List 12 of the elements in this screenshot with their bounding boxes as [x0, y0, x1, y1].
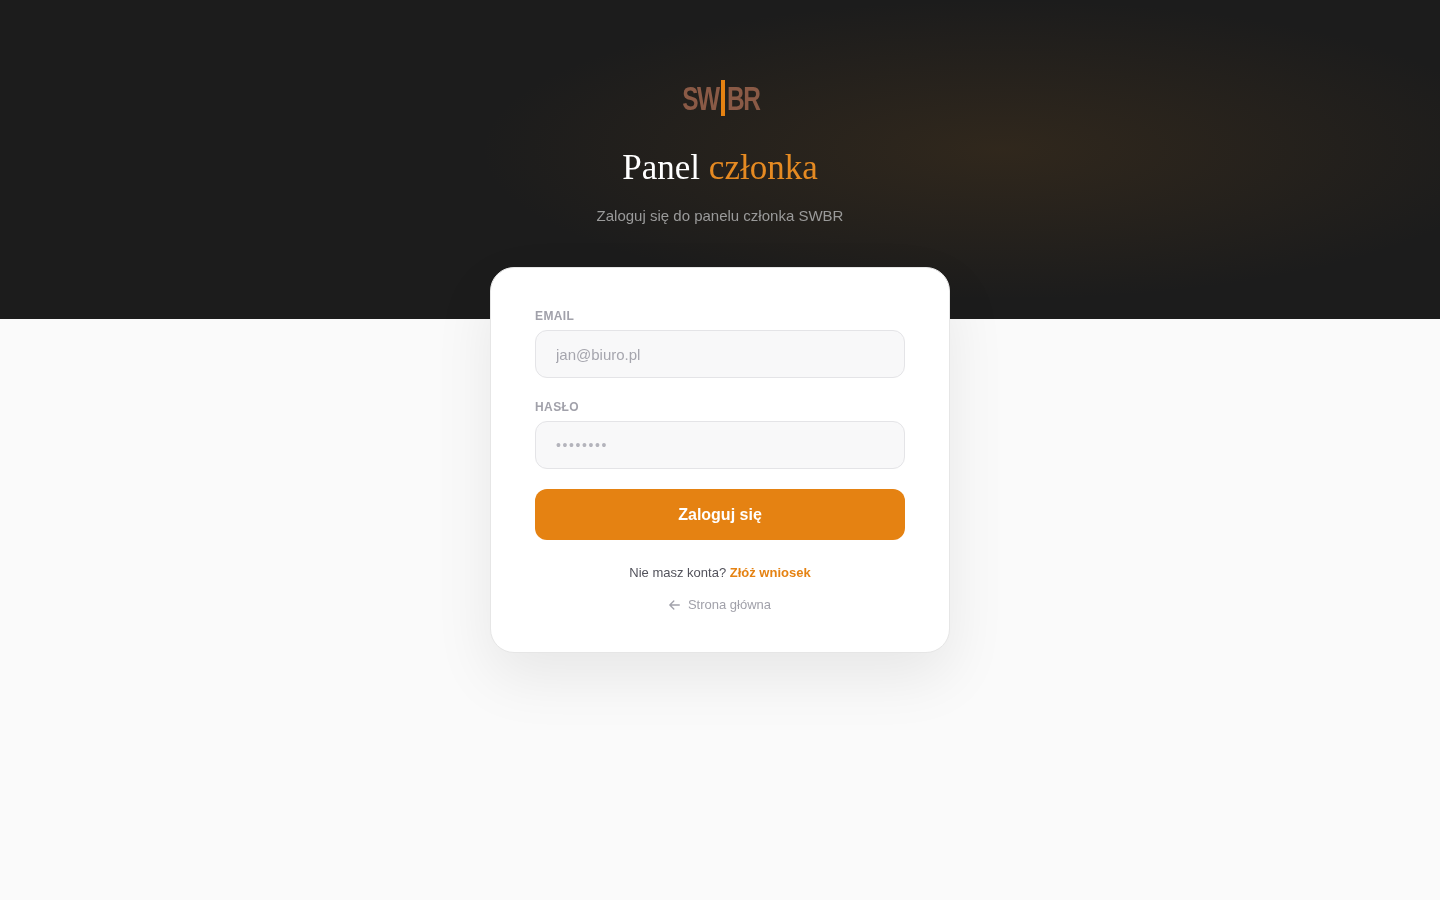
- arrow-left-icon: [668, 600, 680, 610]
- home-link[interactable]: Strona główna: [668, 596, 772, 614]
- login-button[interactable]: Zaloguj się: [535, 489, 905, 540]
- signup-prompt: Nie masz konta? Złóż wniosek: [629, 564, 811, 582]
- page-subtitle: Zaloguj się do panelu członka SWBR: [596, 206, 844, 226]
- field-label: EMAIL: [535, 308, 575, 324]
- logo: SW BR: [681, 80, 761, 116]
- page-title: Panel członka: [622, 148, 818, 188]
- signup-link[interactable]: Złóż wniosek: [729, 565, 811, 580]
- email-field[interactable]: jan@biuro.pl: [535, 330, 905, 378]
- password-field[interactable]: ••••••••: [535, 421, 905, 469]
- field-label: HASŁO: [535, 399, 579, 415]
